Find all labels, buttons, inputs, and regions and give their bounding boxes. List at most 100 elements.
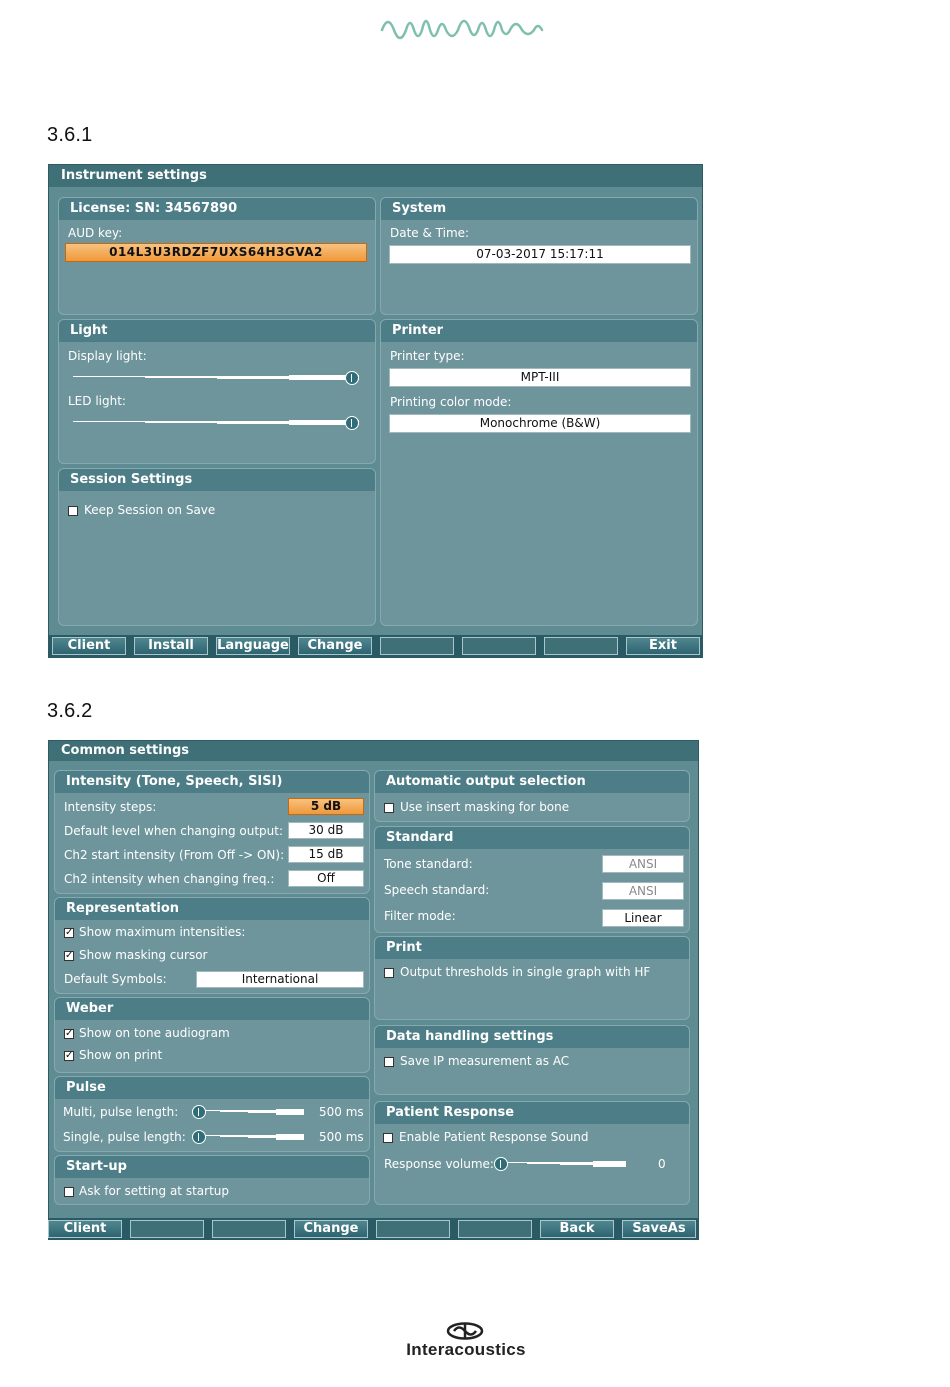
license-panel: License: SN: 34567890 AUD key: 014L3U3RD…	[58, 197, 376, 315]
display-light-label: Display light:	[68, 349, 147, 363]
display-light-slider[interactable]	[73, 371, 359, 385]
instrument-settings-screen: Instrument settings License: SN: 3456789…	[48, 164, 703, 658]
common-button-bar: Client Change Back SaveAs	[48, 1218, 698, 1240]
empty-button-2[interactable]	[130, 1220, 204, 1238]
panel-header: Standard	[375, 827, 689, 849]
output-thresholds-label: Output thresholds in single graph with H…	[400, 965, 651, 979]
display-light-knob[interactable]	[345, 371, 359, 385]
brand-name: Interacoustics	[406, 1340, 526, 1359]
weber-tone-checkbox[interactable]: ✓	[64, 1029, 74, 1039]
masking-cursor-checkbox[interactable]: ✓	[64, 951, 74, 961]
ch2-start-field[interactable]: 15 dB	[288, 846, 364, 863]
tone-standard-field[interactable]: ANSI	[602, 855, 684, 873]
led-light-label: LED light:	[68, 394, 126, 408]
install-button[interactable]: Install	[134, 637, 208, 655]
panel-header: Data handling settings	[375, 1026, 689, 1048]
weber-print-checkbox[interactable]: ✓	[64, 1051, 74, 1061]
change-button[interactable]: Change	[294, 1220, 368, 1238]
default-level-label: Default level when changing output:	[64, 824, 284, 838]
exit-button[interactable]: Exit	[626, 637, 700, 655]
single-pulse-knob[interactable]	[192, 1130, 206, 1144]
panel-header: Light	[59, 320, 375, 342]
empty-button-6[interactable]	[462, 637, 536, 655]
default-symbols-field[interactable]: International	[196, 971, 364, 988]
date-time-label: Date & Time:	[390, 226, 470, 240]
keep-session-checkbox[interactable]	[68, 506, 78, 516]
panel-header: Print	[375, 937, 689, 959]
data-handling-panel: Data handling settings Save IP measureme…	[374, 1025, 690, 1095]
led-light-knob[interactable]	[345, 416, 359, 430]
aud-key-label: AUD key:	[68, 226, 123, 240]
intensity-panel: Intensity (Tone, Speech, SISI) Intensity…	[54, 770, 370, 894]
print-color-mode-field[interactable]: Monochrome (B&W)	[389, 414, 691, 433]
aud-key-field[interactable]: 014L3U3RDZF7UXS64H3GVA2	[65, 243, 367, 262]
printer-type-field[interactable]: MPT-III	[389, 368, 691, 387]
show-max-label: Show maximum intensities:	[79, 925, 246, 939]
light-panel: Light Display light: LED light:	[58, 319, 376, 464]
panel-header: Pulse	[55, 1077, 369, 1099]
panel-header: Automatic output selection	[375, 771, 689, 793]
single-pulse-slider[interactable]	[192, 1130, 304, 1144]
empty-button-6[interactable]	[458, 1220, 532, 1238]
section-number-1: 3.6.1	[47, 124, 93, 146]
language-button[interactable]: Language	[216, 637, 290, 655]
weber-print-label: Show on print	[79, 1048, 163, 1062]
speech-standard-field[interactable]: ANSI	[602, 882, 684, 900]
empty-button-7[interactable]	[544, 637, 618, 655]
tone-standard-label: Tone standard:	[384, 857, 473, 871]
response-volume-knob[interactable]	[494, 1157, 508, 1171]
empty-button-5[interactable]	[376, 1220, 450, 1238]
speech-standard-label: Speech standard:	[384, 883, 490, 897]
save-ip-label: Save IP measurement as AC	[400, 1054, 570, 1068]
empty-button-3[interactable]	[212, 1220, 286, 1238]
print-panel: Print Output thresholds in single graph …	[374, 936, 690, 1020]
standard-panel: Standard Tone standard: ANSI Speech stan…	[374, 826, 690, 933]
single-pulse-label: Single, pulse length:	[63, 1130, 186, 1144]
filter-mode-field[interactable]: Linear	[602, 909, 684, 927]
default-level-field[interactable]: 30 dB	[288, 822, 364, 839]
panel-header: Start-up	[55, 1156, 369, 1178]
client-button[interactable]: Client	[52, 637, 126, 655]
intensity-steps-label: Intensity steps:	[64, 800, 157, 814]
back-button[interactable]: Back	[540, 1220, 614, 1238]
saveas-button[interactable]: SaveAs	[622, 1220, 696, 1238]
change-button[interactable]: Change	[298, 637, 372, 655]
client-button[interactable]: Client	[48, 1220, 122, 1238]
ch2-freq-label: Ch2 intensity when changing freq.:	[64, 872, 275, 886]
save-ip-checkbox[interactable]	[384, 1057, 394, 1067]
multi-pulse-label: Multi, pulse length:	[63, 1105, 179, 1119]
response-volume-slider[interactable]	[494, 1157, 626, 1171]
ask-startup-checkbox[interactable]	[64, 1187, 74, 1197]
insert-masking-label: Use insert masking for bone	[400, 800, 570, 814]
common-settings-screen: Common settings Intensity (Tone, Speech,…	[48, 740, 699, 1240]
single-pulse-value: 500 ms	[319, 1130, 364, 1144]
intensity-steps-field[interactable]: 5 dB	[288, 798, 364, 815]
representation-panel: Representation ✓ Show maximum intensitie…	[54, 897, 370, 994]
date-time-field[interactable]: 07-03-2017 15:17:11	[389, 245, 691, 264]
multi-pulse-knob[interactable]	[192, 1105, 206, 1119]
panel-header: Weber	[55, 998, 369, 1020]
output-thresholds-checkbox[interactable]	[384, 968, 394, 978]
weber-tone-label: Show on tone audiogram	[79, 1026, 230, 1040]
panel-header: Session Settings	[59, 469, 375, 491]
printer-type-label: Printer type:	[390, 349, 465, 363]
show-max-checkbox[interactable]: ✓	[64, 928, 74, 938]
panel-header: Printer	[381, 320, 697, 342]
startup-panel: Start-up Ask for setting at startup	[54, 1155, 370, 1205]
multi-pulse-slider[interactable]	[192, 1105, 304, 1119]
led-light-slider[interactable]	[73, 416, 359, 430]
session-panel: Session Settings Keep Session on Save	[58, 468, 376, 626]
masking-cursor-label: Show masking cursor	[79, 948, 208, 962]
weber-panel: Weber ✓ Show on tone audiogram ✓ Show on…	[54, 997, 370, 1073]
enable-sound-checkbox[interactable]	[383, 1133, 393, 1143]
insert-masking-checkbox[interactable]	[384, 803, 394, 813]
screen-title: Instrument settings	[49, 165, 702, 187]
printer-panel: Printer Printer type: MPT-III Printing c…	[380, 319, 698, 626]
system-panel: System Date & Time: 07-03-2017 15:17:11	[380, 197, 698, 315]
patient-response-panel: Patient Response Enable Patient Response…	[374, 1101, 690, 1205]
section-number-2: 3.6.2	[47, 700, 93, 722]
empty-button-5[interactable]	[380, 637, 454, 655]
ch2-freq-field[interactable]: Off	[288, 870, 364, 887]
response-volume-value: 0	[658, 1157, 666, 1171]
panel-header: License: SN: 34567890	[59, 198, 375, 220]
